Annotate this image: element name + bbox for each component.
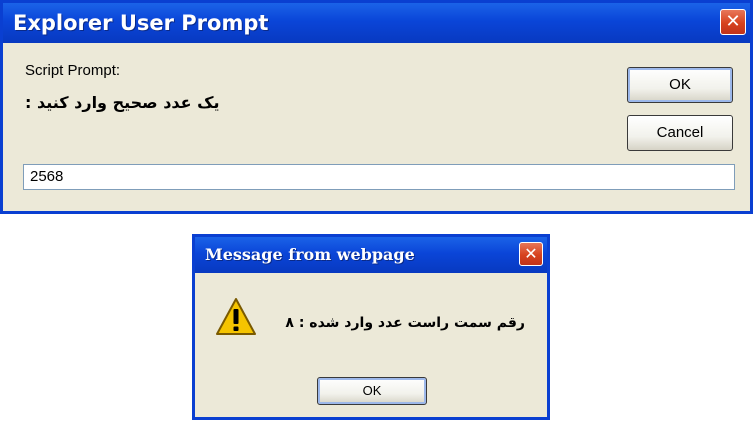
prompt-title: Explorer User Prompt bbox=[13, 11, 269, 35]
message-titlebar[interactable]: Message from webpage ✕ bbox=[195, 237, 547, 273]
explorer-user-prompt-dialog: Explorer User Prompt ✕ Script Prompt: یک… bbox=[0, 0, 753, 214]
ok-button[interactable]: OK bbox=[627, 67, 733, 103]
script-prompt-label: Script Prompt: bbox=[25, 62, 121, 79]
message-from-webpage-dialog: Message from webpage ✕ رقم سمت راست عدد … bbox=[192, 234, 550, 420]
ok-button[interactable]: OK bbox=[317, 377, 427, 405]
prompt-input[interactable]: 2568 bbox=[23, 164, 735, 190]
message-text: رقم سمت راست عدد وارد شده : ۸ bbox=[285, 315, 525, 331]
message-title: Message from webpage bbox=[205, 245, 415, 264]
cancel-button[interactable]: Cancel bbox=[627, 115, 733, 151]
prompt-question-text: یک عدد صحیح وارد کنید : bbox=[25, 93, 220, 112]
close-icon[interactable]: ✕ bbox=[720, 9, 746, 35]
close-icon[interactable]: ✕ bbox=[519, 242, 543, 266]
prompt-titlebar[interactable]: Explorer User Prompt ✕ bbox=[3, 3, 750, 43]
warning-icon bbox=[215, 297, 257, 337]
